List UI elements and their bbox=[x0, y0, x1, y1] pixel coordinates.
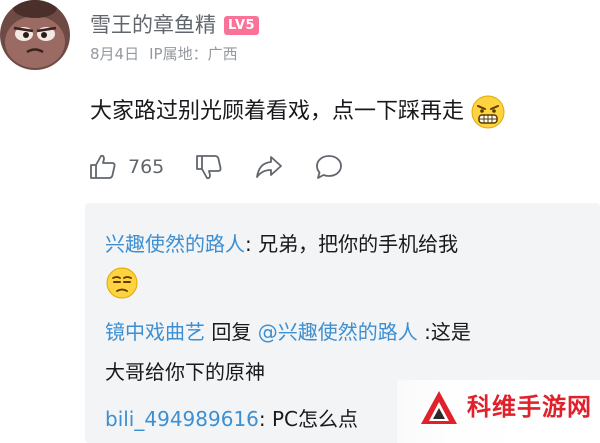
thumbs-down-icon[interactable] bbox=[194, 152, 224, 182]
reply-author[interactable]: bili_494989616 bbox=[105, 407, 259, 431]
level-badge: LV5 bbox=[224, 15, 260, 35]
share-icon[interactable] bbox=[254, 152, 284, 182]
comment-text: 大家路过别光顾着看戏，点一下踩再走 bbox=[90, 99, 465, 124]
reply-item: 镜中戏曲艺 回复 @兴趣使然的路人 :这是 bbox=[105, 317, 471, 347]
reply-item: 兴趣使然的路人: 兄弟，把你的手机给我 bbox=[105, 229, 458, 259]
comment-icon[interactable] bbox=[314, 152, 344, 182]
user-avatar[interactable] bbox=[0, 0, 70, 70]
reply-item-continued: 大哥给你下的原神 bbox=[105, 357, 265, 387]
like-count: 765 bbox=[128, 156, 165, 178]
reply-text: 大哥给你下的原神 bbox=[105, 360, 265, 384]
reply-separator: : bbox=[258, 407, 266, 431]
comment-date: 8月4日 bbox=[90, 45, 140, 63]
watermark: 科维手游网 bbox=[397, 380, 600, 443]
reply-author[interactable]: 兴趣使然的路人 bbox=[105, 232, 245, 256]
watermark-text: 科维手游网 bbox=[467, 393, 592, 421]
site-logo-icon bbox=[421, 391, 457, 424]
reply-text: PC怎么点 bbox=[265, 407, 359, 431]
reply-emoji-line bbox=[105, 266, 139, 308]
reply-word: 回复 bbox=[205, 320, 258, 344]
reply-text: 兄弟，把你的手机给我 bbox=[251, 232, 459, 256]
comment-actions: 765 bbox=[88, 150, 344, 184]
reply-separator: : bbox=[245, 232, 252, 256]
comment-body: 大家路过别光顾着看戏，点一下踩再走 bbox=[90, 94, 506, 130]
reply-author[interactable]: 镜中戏曲艺 bbox=[105, 320, 205, 344]
reply-item: bili_494989616: PC怎么点 bbox=[105, 404, 358, 434]
comment-meta: 8月4日 IP属地：广西 bbox=[90, 43, 238, 64]
reply-mention[interactable]: @兴趣使然的路人 bbox=[258, 320, 418, 344]
reply-text: :这是 bbox=[417, 320, 471, 344]
comment-header: 雪王的章鱼精 LV5 bbox=[90, 10, 260, 40]
username[interactable]: 雪王的章鱼精 bbox=[90, 10, 216, 40]
thumbs-up-icon[interactable] bbox=[88, 152, 118, 182]
ip-location: IP属地：广西 bbox=[149, 45, 238, 63]
grimace-emoji-icon bbox=[471, 95, 505, 129]
unamused-emoji-icon bbox=[106, 267, 138, 299]
